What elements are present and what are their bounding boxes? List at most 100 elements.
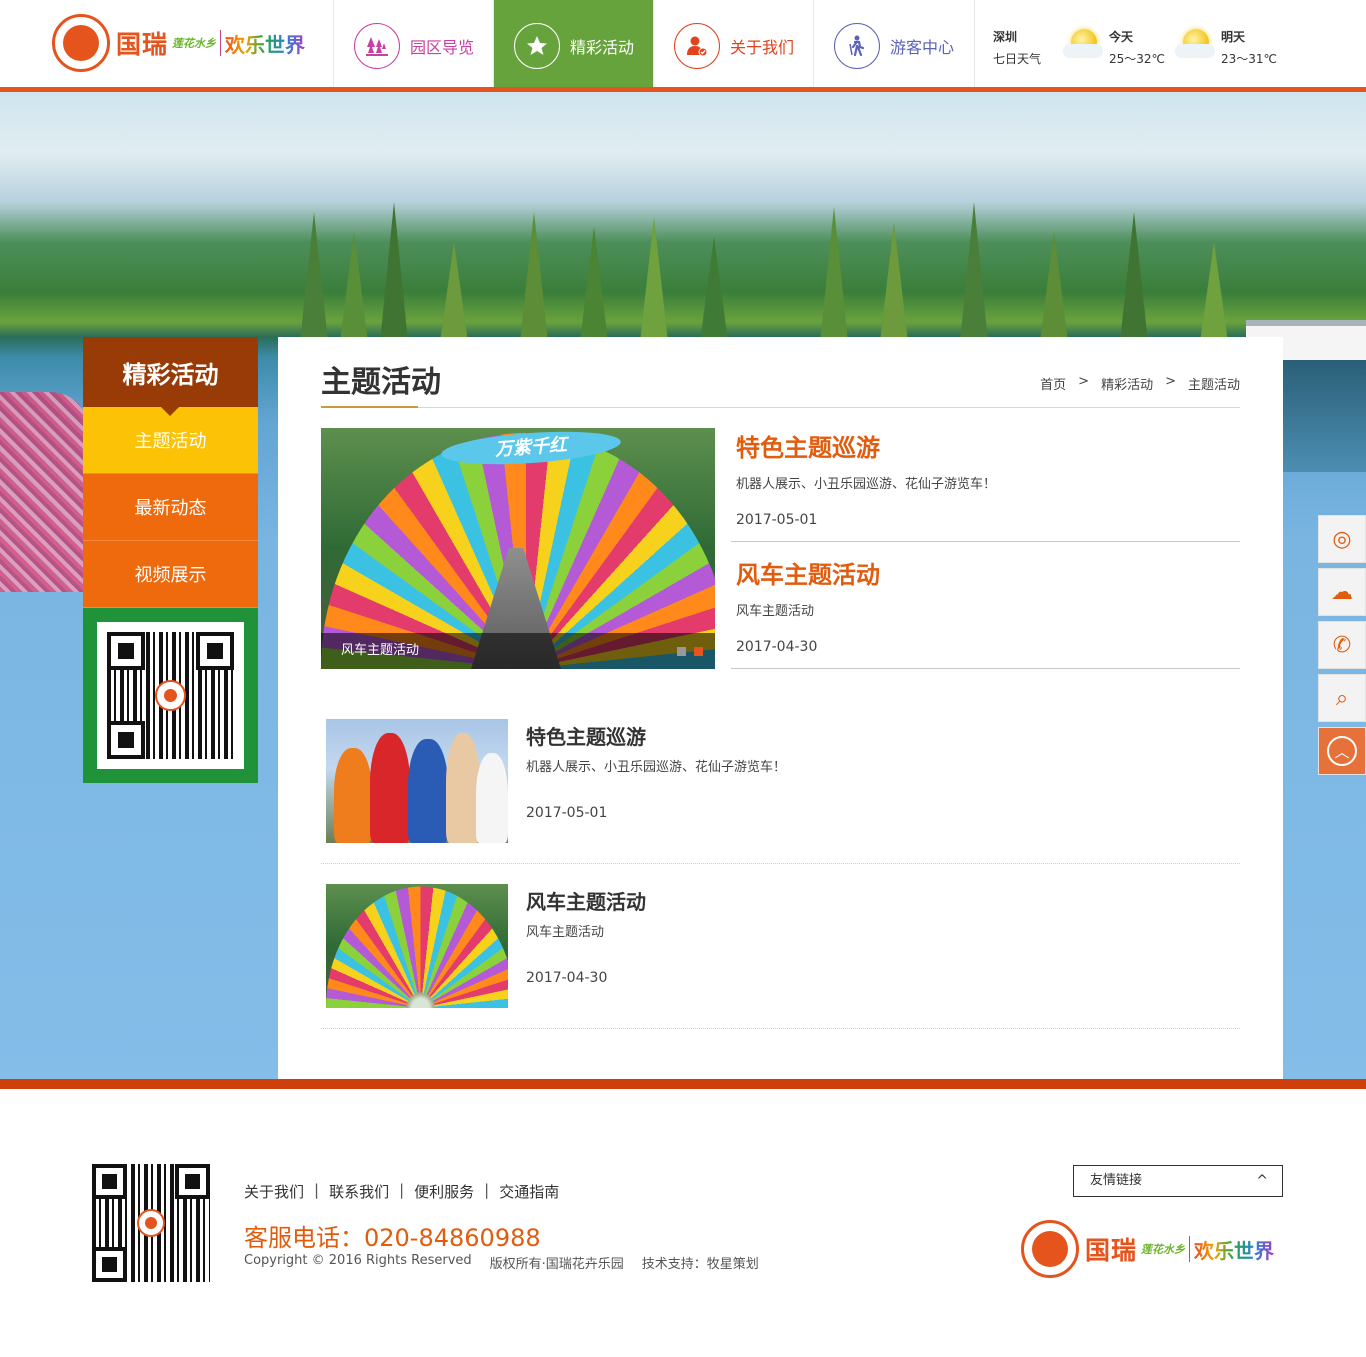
weather-tomorrow-label: 明天 <box>1221 30 1246 44</box>
logo-divider <box>220 30 222 56</box>
slider-dot-active[interactable] <box>694 647 703 656</box>
weather-city: 深圳 七日天气 <box>993 26 1063 92</box>
breadcrumb-home[interactable]: 首页 <box>1040 374 1066 393</box>
logo-sub-text: 莲花水乡 <box>1141 1243 1186 1256</box>
copyright-text: Copyright © 2016 Rights Reserved <box>244 1253 472 1268</box>
sunny-cloud-icon <box>1063 26 1105 60</box>
wechat-icon[interactable]: ☁ <box>1318 568 1366 616</box>
footer-link-traffic[interactable]: 交通指南 <box>499 1181 559 1202</box>
feature-desc: 风车主题活动 <box>736 604 815 619</box>
rights-text: 版权所有·国瑞花卉乐园 <box>489 1257 624 1272</box>
nav-item-park-guide[interactable]: 园区导览 <box>333 0 493 92</box>
feature-item[interactable]: 特色主题巡游 机器人展示、小丑乐园巡游、花仙子游览车！ 2017-05-01 <box>731 428 1240 542</box>
logo-fun-text: 欢乐世界 <box>225 29 305 58</box>
weather-city-name: 深圳 <box>993 30 1018 44</box>
footer-phone: 客服电话：020-84860988 <box>244 1224 541 1252</box>
breadcrumb-separator: > <box>1078 374 1090 389</box>
nav-label: 精彩活动 <box>570 38 635 57</box>
list-desc: 机器人展示、小丑乐园巡游、花仙子游览车！ <box>526 760 787 775</box>
list-title[interactable]: 风车主题活动 <box>526 886 646 915</box>
logo-main-text: 国瑞 <box>1085 1236 1138 1265</box>
nav-item-about[interactable]: 关于我们 <box>653 0 813 92</box>
footer-copyright: Copyright © 2016 Rights Reserved 版权所有·国瑞… <box>244 1253 759 1272</box>
header-accent-line <box>0 87 1366 92</box>
title-divider <box>321 406 1240 408</box>
banner-tree-row <box>0 202 1366 342</box>
nav-label: 关于我们 <box>730 38 795 57</box>
friend-links-label: 友情链接 <box>1090 1173 1143 1188</box>
sidebar-qr-panel <box>83 608 258 783</box>
slider-dots <box>677 647 703 656</box>
floating-toolbar: ◎ ☁ ✆ ⌕ ︿ <box>1318 515 1366 780</box>
list-title[interactable]: 特色主题巡游 <box>526 721 646 750</box>
phone-icon[interactable]: ✆ <box>1318 621 1366 669</box>
sidebar-item-theme-activities[interactable]: 主题活动 <box>83 407 258 474</box>
weather-tomorrow-info: 明天 23～31℃ <box>1221 26 1277 92</box>
back-to-top-button[interactable]: ︿ <box>1318 727 1366 775</box>
main-nav: 园区导览 精彩活动 关于我们 游客中心 <box>333 0 973 92</box>
feature-item[interactable]: 风车主题活动 风车主题活动 2017-04-30 <box>731 555 1240 669</box>
sidebar: 精彩活动 主题活动 最新动态 视频展示 <box>83 337 258 783</box>
footer-link-about[interactable]: 关于我们 <box>244 1181 304 1202</box>
footer-accent-line <box>0 1079 1366 1089</box>
slide-caption[interactable]: 风车主题活动 <box>321 633 715 669</box>
user-check-icon <box>674 23 720 69</box>
footer-qr-code-icon <box>92 1164 210 1282</box>
feature-desc: 机器人展示、小丑乐园巡游、花仙子游览车！ <box>736 477 997 492</box>
site-footer: 关于我们 | 联系我们 | 便利服务 | 交通指南 客服电话：020-84860… <box>0 1089 1366 1357</box>
sidebar-qr-frame <box>97 622 244 769</box>
star-icon <box>514 23 560 69</box>
list-thumb-pinwheels[interactable] <box>326 884 508 1008</box>
sunny-cloud-icon <box>1175 26 1217 60</box>
logo-emblem-icon <box>52 14 110 72</box>
search-icon[interactable]: ⌕ <box>1318 674 1366 722</box>
list-item[interactable]: 特色主题巡游 机器人展示、小丑乐园巡游、花仙子游览车！ 2017-05-01 <box>321 699 1240 864</box>
feature-title[interactable]: 特色主题巡游 <box>736 428 1240 463</box>
breadcrumb: 首页 > 精彩活动 > 主题活动 <box>1040 374 1240 393</box>
logo-main-text: 国瑞 <box>116 30 169 59</box>
footer-separator: | <box>484 1181 490 1199</box>
nav-item-visitor-center[interactable]: 游客中心 <box>813 0 973 92</box>
chevron-up-icon: ^ <box>1256 1173 1268 1189</box>
feature-date: 2017-04-30 <box>736 639 818 655</box>
main-content: 主题活动 首页 > 精彩活动 > 主题活动 万紫千红 风车主题活动 特色主题巡游… <box>278 337 1283 1079</box>
footer-separator: | <box>314 1181 320 1199</box>
feature-title[interactable]: 风车主题活动 <box>736 555 1240 590</box>
weather-today-temp: 25～32℃ <box>1109 52 1166 66</box>
site-header: 国瑞 莲花水乡 欢乐世界 园区导览 精彩活动 关于我们 游客中心 深圳 七日天气… <box>0 0 1366 92</box>
breadcrumb-activities[interactable]: 精彩活动 <box>1101 374 1153 393</box>
breadcrumb-current: 主题活动 <box>1187 378 1240 393</box>
friend-links-dropdown[interactable]: 友情链接 ^ <box>1073 1165 1283 1197</box>
list-desc: 风车主题活动 <box>526 925 605 940</box>
featured-slider[interactable]: 万紫千红 风车主题活动 <box>321 428 715 669</box>
page-title: 主题活动 <box>321 365 441 400</box>
weather-widget[interactable]: 深圳 七日天气 今天 25～32℃ 明天 23～31℃ <box>974 0 1366 92</box>
weather-forecast-label: 七日天气 <box>993 52 1042 66</box>
walker-icon <box>834 23 880 69</box>
weather-tomorrow-temp: 23～31℃ <box>1221 52 1278 66</box>
footer-link-services[interactable]: 便利服务 <box>414 1181 474 1202</box>
weather-today-label: 今天 <box>1109 30 1134 44</box>
list-item[interactable]: 风车主题活动 风车主题活动 2017-04-30 <box>321 864 1240 1029</box>
site-logo[interactable]: 国瑞 莲花水乡 欢乐世界 <box>52 14 317 72</box>
sidebar-title: 精彩活动 <box>83 337 258 416</box>
list-date: 2017-05-01 <box>526 805 608 821</box>
weibo-icon[interactable]: ◎ <box>1318 515 1366 563</box>
nav-item-activities[interactable]: 精彩活动 <box>493 0 653 92</box>
tech-support-text: 技术支持：牧星策划 <box>641 1257 759 1272</box>
weather-today: 今天 25～32℃ <box>1063 26 1175 92</box>
sidebar-item-latest-news[interactable]: 最新动态 <box>83 474 258 541</box>
logo-divider <box>1189 1236 1191 1262</box>
footer-logo[interactable]: 国瑞 莲花水乡 欢乐世界 <box>1021 1220 1286 1278</box>
back-to-top-icon: ︿ <box>1327 736 1357 766</box>
slider-dot[interactable] <box>677 647 686 656</box>
footer-link-contact[interactable]: 联系我们 <box>329 1181 389 1202</box>
breadcrumb-separator: > <box>1165 374 1176 389</box>
qr-code-icon <box>107 632 234 759</box>
logo-sub-text: 莲花水乡 <box>172 37 217 50</box>
forest-icon <box>354 23 400 69</box>
list-thumb-mascots[interactable] <box>326 719 508 843</box>
list-date: 2017-04-30 <box>526 970 608 986</box>
sidebar-item-videos[interactable]: 视频展示 <box>83 541 258 608</box>
weather-tomorrow: 明天 23～31℃ <box>1175 26 1287 92</box>
